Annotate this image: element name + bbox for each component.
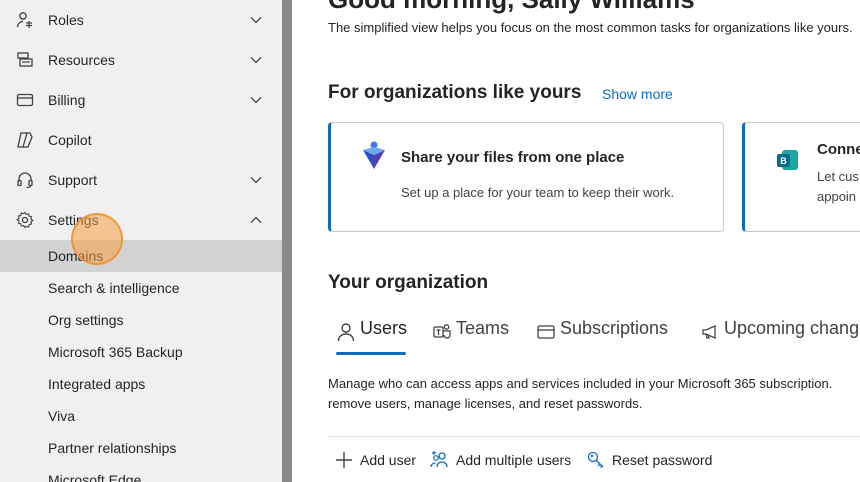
card-description-line1: Let cus	[817, 169, 859, 184]
roles-icon	[16, 12, 32, 28]
selected-tab-indicator	[336, 352, 406, 355]
sidebar-subitem-partner-relationships[interactable]: Partner relationships	[0, 432, 282, 464]
reset-password-icon	[587, 451, 604, 468]
action-label: Add user	[360, 452, 417, 468]
sidebar-item-label: Settings	[48, 212, 99, 228]
sidebar-subitem-label: Org settings	[48, 312, 124, 328]
chevron-down-icon	[250, 177, 262, 184]
page-subtitle: The simplified view helps you focus on t…	[328, 20, 853, 35]
page-title: Good morning, Sally Williams	[328, 0, 695, 15]
description-line1: Manage who can access apps and services …	[328, 376, 833, 391]
plus-icon	[336, 452, 352, 468]
tab-label: Subscriptions	[560, 318, 669, 338]
megaphone-icon	[702, 324, 716, 340]
sidebar-item-settings[interactable]: Settings	[0, 200, 282, 240]
headset-icon	[17, 172, 33, 189]
svg-text:B: B	[780, 156, 787, 166]
sidebar-subitem-org-settings[interactable]: Org settings	[0, 304, 282, 336]
subscriptions-icon	[537, 325, 555, 339]
your-org-description: Manage who can access apps and services …	[328, 374, 860, 414]
person-icon	[337, 323, 355, 342]
tab-subscriptions[interactable]: Subscriptions	[536, 318, 668, 358]
copilot-icon	[17, 132, 33, 148]
action-label: Reset password	[612, 452, 713, 468]
sidebar-subitem-label: Microsoft 365 Backup	[48, 344, 183, 360]
sidebar-subitem-search-intelligence[interactable]: Search & intelligence	[0, 272, 282, 304]
tab-label: Teams	[456, 318, 510, 338]
card-description-line2: appoin	[817, 189, 857, 204]
sidebar-item-label: Roles	[48, 12, 84, 28]
chevron-down-icon	[250, 17, 262, 24]
sidebar-item-label: Copilot	[48, 132, 92, 148]
card-description: Let cus appoin	[817, 167, 859, 207]
tab-upcoming-changes[interactable]: Upcoming changes	[700, 318, 860, 358]
sidebar-subitem-label: Microsoft Edge	[48, 472, 142, 482]
card-share-files[interactable]: Share your files from one place Set up a…	[328, 122, 724, 232]
sidebar-subitem-viva[interactable]: Viva	[0, 400, 282, 432]
chevron-up-icon	[250, 216, 262, 223]
your-org-title: Your organization	[328, 272, 489, 293]
reset-password-button[interactable]: Reset password	[586, 450, 712, 470]
sidebar-subitem-domains[interactable]: Domains	[0, 240, 282, 272]
sidebar-subitem-label: Search & intelligence	[48, 280, 180, 296]
sidebar-subitem-integrated-apps[interactable]: Integrated apps	[0, 368, 282, 400]
sidebar-subitem-m365-backup[interactable]: Microsoft 365 Backup	[0, 336, 282, 368]
bookings-app-icon: B	[777, 150, 798, 170]
chevron-down-icon	[250, 97, 262, 104]
sidebar-item-label: Billing	[48, 92, 86, 108]
card-title: Share your files from one place	[401, 149, 625, 166]
orgs-section-title: For organizations like yours	[328, 82, 582, 103]
chevron-down-icon	[250, 57, 262, 64]
main-content: Good morning, Sally Williams The simplif…	[292, 0, 860, 482]
files-app-icon	[363, 141, 385, 169]
add-multiple-users-icon	[430, 451, 448, 468]
sidebar-item-copilot[interactable]: Copilot	[0, 120, 282, 160]
add-multiple-users-button[interactable]: Add multiple users	[430, 450, 571, 470]
section-divider	[328, 436, 860, 437]
billing-icon	[16, 93, 34, 107]
description-line2: remove users, manage licenses, and reset…	[328, 396, 643, 411]
card-description: Set up a place for your team to keep the…	[401, 185, 675, 200]
sidebar-item-support[interactable]: Support	[0, 160, 282, 200]
sidebar-subitem-microsoft-edge[interactable]: Microsoft Edge	[0, 464, 282, 482]
sidebar-item-roles[interactable]: Roles	[0, 0, 282, 40]
sidebar: Roles Resources Billing Copilot Support …	[0, 0, 282, 482]
pane-divider[interactable]	[282, 0, 292, 482]
add-user-button[interactable]: Add user	[334, 450, 416, 470]
gear-icon	[16, 211, 34, 229]
tab-teams[interactable]: Teams	[432, 318, 509, 358]
sidebar-subitem-label: Integrated apps	[48, 376, 146, 392]
card-connect[interactable]: B Connect Let cus appoin	[742, 122, 860, 232]
sidebar-item-label: Support	[48, 172, 98, 188]
sidebar-item-label: Resources	[48, 52, 115, 68]
sidebar-subitem-label: Partner relationships	[48, 440, 177, 456]
show-more-link[interactable]: Show more	[602, 86, 673, 102]
action-label: Add multiple users	[456, 452, 572, 468]
tab-label: Users	[360, 318, 408, 338]
tab-label: Upcoming changes	[724, 318, 860, 338]
sidebar-subitem-label: Domains	[48, 248, 104, 264]
sidebar-item-billing[interactable]: Billing	[0, 80, 282, 120]
card-title: Connect	[817, 141, 860, 158]
sidebar-subitem-label: Viva	[48, 408, 75, 424]
teams-icon	[433, 324, 451, 339]
sidebar-item-resources[interactable]: Resources	[0, 40, 282, 80]
resources-icon	[17, 52, 33, 67]
